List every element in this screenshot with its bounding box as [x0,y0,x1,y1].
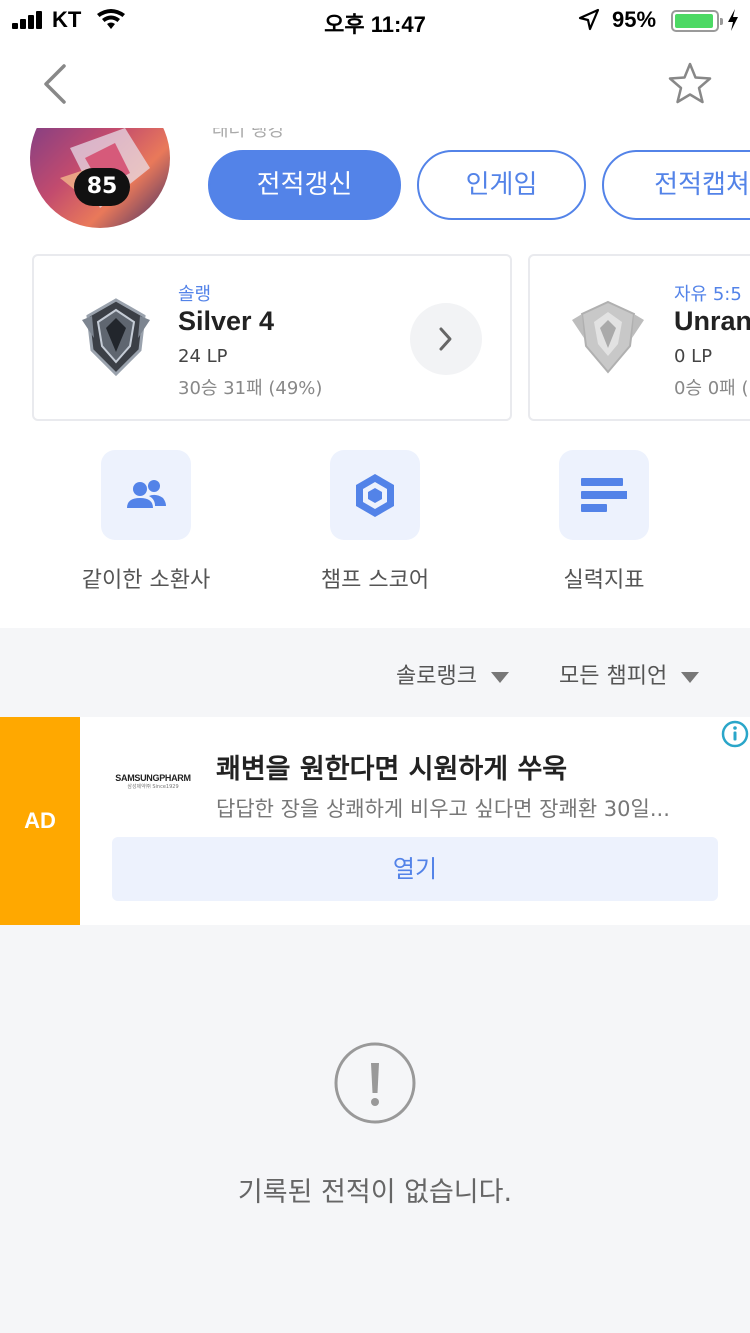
bars-icon [581,478,627,512]
rank-card-flex[interactable]: 자유 5:5 Unranked 0 LP 0승 0패 ( [528,254,750,421]
unranked-emblem-icon [572,300,644,374]
advertiser-brand: SAMSUNGPHARM [115,773,191,783]
caret-down-icon [681,671,700,683]
profile-section: 85 래더 랭킹 전적갱신 인게임 전적캡쳐 솔랭 Silver 4 24 LP… [0,128,750,628]
rank-record: 30승 31패 (49%) [178,378,323,399]
ad-tag: AD [0,717,80,925]
shortcut-played-with[interactable]: 같이한 소환사 [71,450,221,594]
rank-card-solo[interactable]: 솔랭 Silver 4 24 LP 30승 31패 (49%) [32,254,512,421]
advertiser-logo: SAMSUNGPHARM 삼성제약㈜ Since1929 [112,773,194,790]
shortcut-label: 챔프 스코어 [320,568,430,593]
battery-level [675,14,713,28]
ingame-button[interactable]: 인게임 [417,150,586,220]
rank-tier: Unranked [674,306,750,336]
location-arrow-icon [578,8,600,31]
ad-open-button[interactable]: 열기 [112,837,718,901]
filter-row: 솔로랭크 모든 챔피언 [0,630,750,716]
champion-filter-label: 모든 챔피언 [559,664,668,689]
exclamation-icon [334,1042,416,1124]
ladder-rank-text: 래더 랭킹 [212,128,284,141]
shortcut-label: 실력지표 [563,568,645,593]
rank-queue-label: 자유 5:5 [674,284,742,305]
rank-lp: 24 LP [178,346,228,367]
level-badge: 85 [74,168,130,206]
queue-filter-label: 솔로랭크 [396,664,477,689]
rank-detail-button[interactable] [410,303,482,375]
status-bar: KT 오후 11:47 95% [0,0,750,40]
refresh-record-button[interactable]: 전적갱신 [208,150,401,220]
ad-description: 답답한 장을 상쾌하게 비우고 싶다면 장쾌환 30일... [216,797,670,821]
rank-tier: Silver 4 [178,306,275,336]
rank-record: 0승 0패 ( [674,378,749,399]
shortcut-tile [559,450,649,540]
info-icon[interactable] [720,719,750,749]
battery-percent: 95% [612,7,657,32]
shortcut-tile [101,450,191,540]
back-arrow-icon[interactable] [36,60,80,108]
users-icon [127,480,166,508]
rank-queue-label: 솔랭 [178,284,212,305]
shortcut-skill-index[interactable]: 실력지표 [529,450,679,594]
hexagon-icon [356,474,394,517]
ad-banner[interactable]: AD SAMSUNGPHARM 삼성제약㈜ Since1929 쾌변을 원한다면… [0,717,750,925]
empty-record-message: 기록된 전적이 없습니다. [237,1177,513,1208]
advertiser-brand-sub: 삼성제약㈜ Since1929 [127,784,179,790]
queue-filter-dropdown[interactable]: 솔로랭크 [396,658,509,690]
shortcut-champ-score[interactable]: 챔프 스코어 [300,450,450,594]
battery-icon [671,10,723,32]
shortcut-label: 같이한 소환사 [81,568,211,593]
chevron-right-icon [439,327,452,351]
champion-filter-dropdown[interactable]: 모든 챔피언 [559,658,700,690]
capture-record-button[interactable]: 전적캡쳐 [602,150,750,220]
shortcut-tile [330,450,420,540]
star-icon[interactable] [664,58,716,110]
silver-emblem-icon [82,298,150,377]
ad-title: 쾌변을 원한다면 시원하게 쑤욱 [216,754,568,785]
rank-lp: 0 LP [674,346,713,367]
nav-bar [0,40,750,128]
caret-down-icon [490,671,509,683]
charging-bolt-icon [728,9,738,31]
profile-avatar[interactable]: 85 [30,128,172,228]
